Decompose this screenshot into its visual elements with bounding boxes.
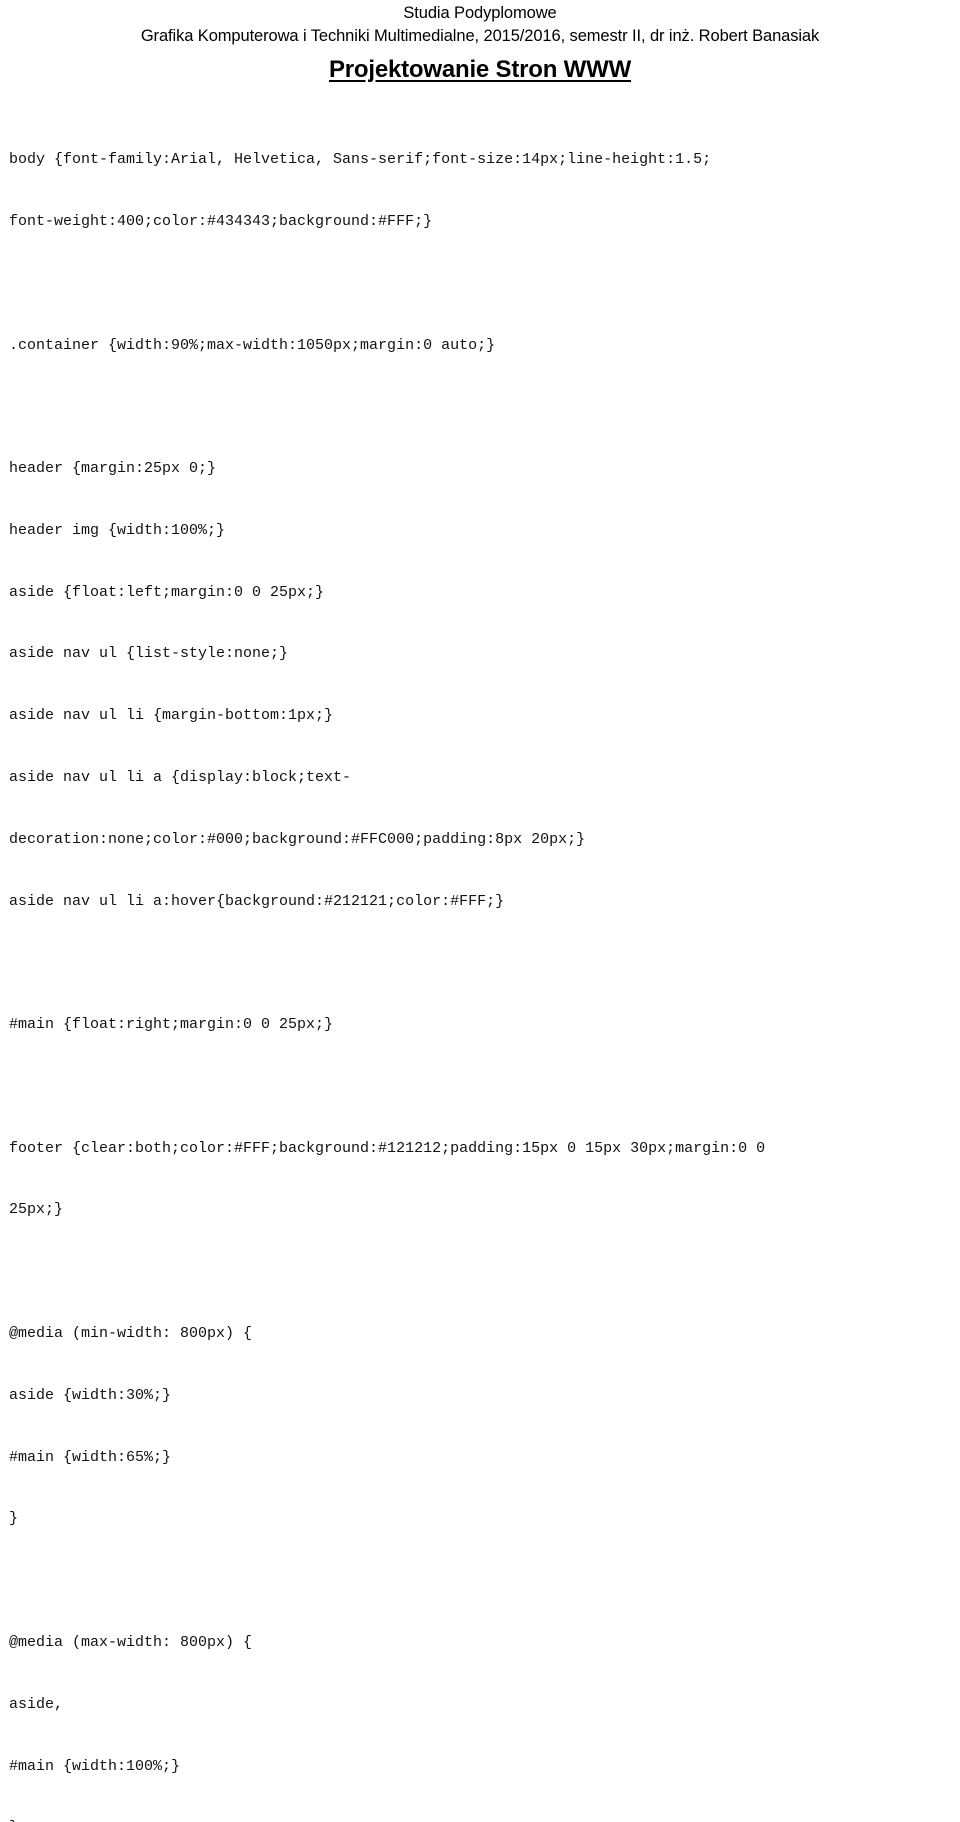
code-line: decoration:none;color:#000;background:#F… [9,830,586,848]
code-line: #main {width:65%;} [9,1448,172,1466]
code-line: aside nav ul li a:hover{background:#2121… [9,892,505,910]
document-header: Studia Podyplomowe Grafika Komputerowa i… [0,0,960,85]
code-line: .container {width:90%;max-width:1050px;m… [9,336,496,354]
code-line: aside nav ul {list-style:none;} [9,645,289,663]
code-line: footer {clear:both;color:#FFF;background… [9,1139,766,1157]
code-line: aside {float:left;margin:0 0 25px;} [9,583,325,601]
code-line: @media (min-width: 800px) { [9,1325,253,1343]
page-title: Projektowanie Stron WWW [328,56,632,83]
code-line: aside nav ul li a {display:block;text- [9,769,352,786]
document-page: Studia Podyplomowe Grafika Komputerowa i… [0,0,960,1822]
code-line: #main {width:100%;} [9,1757,181,1775]
code-line: } [9,1818,954,1822]
header-subtitle-line-2: Grafika Komputerowa i Techniki Multimedi… [140,27,820,45]
code-line: 25px;} [9,1201,64,1219]
code-line: #main {float:right;margin:0 0 25px;} [9,1016,334,1034]
code-line: font-weight:400;color:#434343;background… [9,212,433,230]
code-line: aside {width:30%;} [9,1386,172,1404]
code-line: header {margin:25px 0;} [9,460,217,478]
code-line: body {font-family:Arial, Helvetica, Sans… [9,151,712,169]
code-line: header img {width:100%;} [9,521,226,539]
css-code-listing: body {font-family:Arial, Helvetica, Sans… [0,109,960,1822]
code-line: } [9,1510,19,1528]
code-line: @media (max-width: 800px) { [9,1633,253,1651]
code-line: aside, [9,1695,64,1713]
header-subtitle-line-1: Studia Podyplomowe [403,4,557,22]
code-line: aside nav ul li {margin-bottom:1px;} [9,707,334,725]
